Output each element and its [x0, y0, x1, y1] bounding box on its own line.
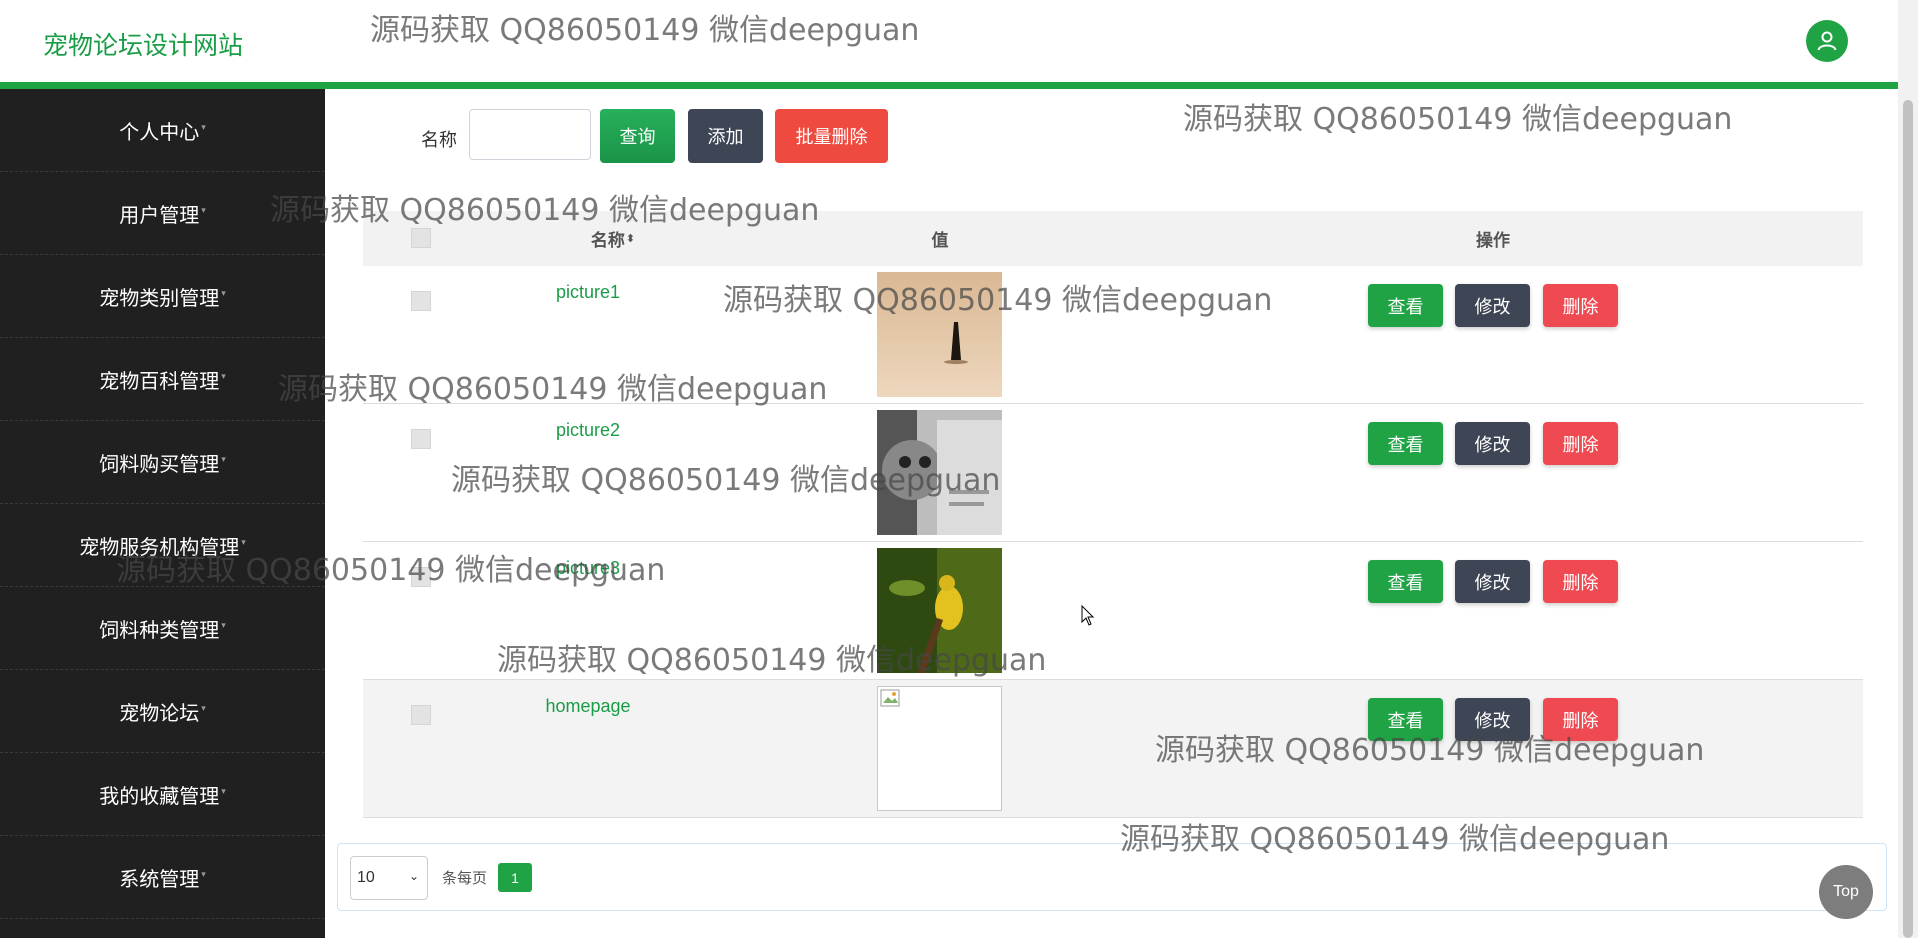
edit-button[interactable]: 修改: [1455, 560, 1530, 603]
query-button[interactable]: 查询: [600, 109, 675, 163]
edit-button[interactable]: 修改: [1455, 284, 1530, 327]
row-thumbnail-broken-image[interactable]: [877, 686, 1002, 811]
sidebar-item-label: 宠物类别管理: [99, 285, 220, 310]
name-search-input[interactable]: [469, 109, 591, 160]
sidebar-item-pet-encyclopedia[interactable]: 宠物百科管理 ▾: [0, 338, 325, 421]
sidebar-item-label: 宠物百科管理: [99, 368, 220, 393]
user-icon: [1817, 31, 1837, 51]
row-checkbox[interactable]: [411, 567, 431, 587]
sidebar-item-label: 个人中心: [119, 119, 200, 144]
sidebar-item-label: 宠物服务机构管理: [79, 534, 240, 559]
sort-icon: ⬍: [625, 232, 636, 245]
sidebar-item-label: 用户管理: [119, 202, 200, 227]
broken-image-icon: [880, 689, 900, 707]
batch-delete-button[interactable]: 批量删除: [775, 109, 888, 163]
page-size-value: 10: [357, 869, 375, 886]
column-header-value: 值: [931, 231, 949, 251]
add-button[interactable]: 添加: [688, 109, 763, 163]
table-row: picture3 查看 修改 删除: [363, 542, 1863, 680]
user-avatar[interactable]: [1806, 20, 1848, 62]
table-row: picture1 查看 修改 删除: [363, 266, 1863, 404]
scrollbar-thumb[interactable]: [1903, 100, 1913, 938]
sidebar-item-pet-category[interactable]: 宠物类别管理 ▾: [0, 255, 325, 338]
column-header-name[interactable]: 名称 ⬍: [563, 211, 663, 266]
caret-down-icon: ▾: [201, 870, 206, 880]
row-checkbox[interactable]: [411, 291, 431, 311]
watermark-text: 源码获取 QQ86050149 微信deepguan: [1183, 102, 1733, 137]
row-name: picture3: [555, 558, 621, 578]
table-row: picture2 查看 修改 删除: [363, 404, 1863, 542]
mouse-cursor-icon: [1081, 605, 1095, 626]
caret-down-icon: ▾: [221, 372, 226, 382]
sidebar-item-personal-center[interactable]: 个人中心 ▾: [0, 89, 325, 172]
view-button[interactable]: 查看: [1368, 560, 1443, 603]
select-all-checkbox[interactable]: [411, 228, 431, 248]
view-button[interactable]: 查看: [1368, 284, 1443, 327]
top-header: 宠物论坛设计网站: [0, 0, 1898, 89]
sidebar-item-my-favorites[interactable]: 我的收藏管理 ▾: [0, 753, 325, 836]
pagination: 10 ⌄ 条每页 1: [337, 843, 1887, 911]
back-to-top-button[interactable]: Top: [1819, 865, 1873, 919]
caret-down-icon: ▾: [221, 621, 226, 631]
caret-down-icon: ▾: [241, 538, 246, 548]
sidebar-item-label: 我的收藏管理: [99, 783, 220, 808]
delete-button[interactable]: 删除: [1543, 560, 1618, 603]
row-name: picture2: [555, 420, 621, 440]
caret-down-icon: ▾: [201, 704, 206, 714]
column-header-name-label: 名称: [590, 231, 625, 251]
edit-button[interactable]: 修改: [1455, 698, 1530, 741]
chevron-down-icon: ⌄: [408, 869, 419, 883]
caret-down-icon: ▾: [221, 455, 226, 465]
row-checkbox[interactable]: [411, 429, 431, 449]
delete-button[interactable]: 删除: [1543, 422, 1618, 465]
sidebar-item-label: 饲料购买管理: [99, 451, 220, 476]
sidebar-item-feed-purchase[interactable]: 饲料购买管理 ▾: [0, 421, 325, 504]
row-name: homepage: [545, 696, 631, 716]
per-page-label: 条每页: [442, 869, 488, 887]
view-button[interactable]: 查看: [1368, 698, 1443, 741]
page-scrollbar[interactable]: [1898, 0, 1918, 938]
caret-down-icon: ▾: [201, 206, 206, 216]
sidebar-item-system-management[interactable]: 系统管理 ▾: [0, 836, 325, 919]
data-table: 名称 ⬍ 值 操作 picture1 查看 修改 删除 picture2 查看 …: [363, 211, 1863, 818]
sidebar-item-user-management[interactable]: 用户管理 ▾: [0, 172, 325, 255]
page-size-select[interactable]: 10 ⌄: [350, 856, 428, 900]
view-button[interactable]: 查看: [1368, 422, 1443, 465]
sidebar-item-pet-service-org[interactable]: 宠物服务机构管理 ▾: [0, 504, 325, 587]
site-title: 宠物论坛设计网站: [43, 31, 244, 60]
row-thumbnail-image[interactable]: [877, 548, 1002, 673]
row-checkbox[interactable]: [411, 705, 431, 725]
search-label: 名称: [421, 130, 457, 151]
sidebar-item-label: 饲料种类管理: [99, 617, 220, 642]
delete-button[interactable]: 删除: [1543, 698, 1618, 741]
delete-button[interactable]: 删除: [1543, 284, 1618, 327]
column-header-actions: 操作: [1476, 231, 1510, 251]
sidebar: 个人中心 ▾ 用户管理 ▾ 宠物类别管理 ▾ 宠物百科管理 ▾ 饲料购买管理 ▾ 宠物服务…: [0, 89, 325, 938]
edit-button[interactable]: 修改: [1455, 422, 1530, 465]
row-thumbnail-image[interactable]: [877, 410, 1002, 535]
caret-down-icon: ▾: [221, 289, 226, 299]
sidebar-item-pet-forum[interactable]: 宠物论坛 ▾: [0, 670, 325, 753]
caret-down-icon: ▾: [201, 123, 206, 133]
table-row: homepage 查看 修改 删除: [363, 680, 1863, 818]
sidebar-item-feed-type[interactable]: 饲料种类管理 ▾: [0, 587, 325, 670]
page-number-button[interactable]: 1: [498, 863, 532, 892]
caret-down-icon: ▾: [221, 787, 226, 797]
sidebar-item-label: 系统管理: [119, 866, 200, 891]
sidebar-item-label: 宠物论坛: [119, 700, 200, 725]
row-name: picture1: [555, 282, 621, 302]
row-thumbnail-image[interactable]: [877, 272, 1002, 397]
table-header: 名称 ⬍ 值 操作: [363, 211, 1863, 266]
